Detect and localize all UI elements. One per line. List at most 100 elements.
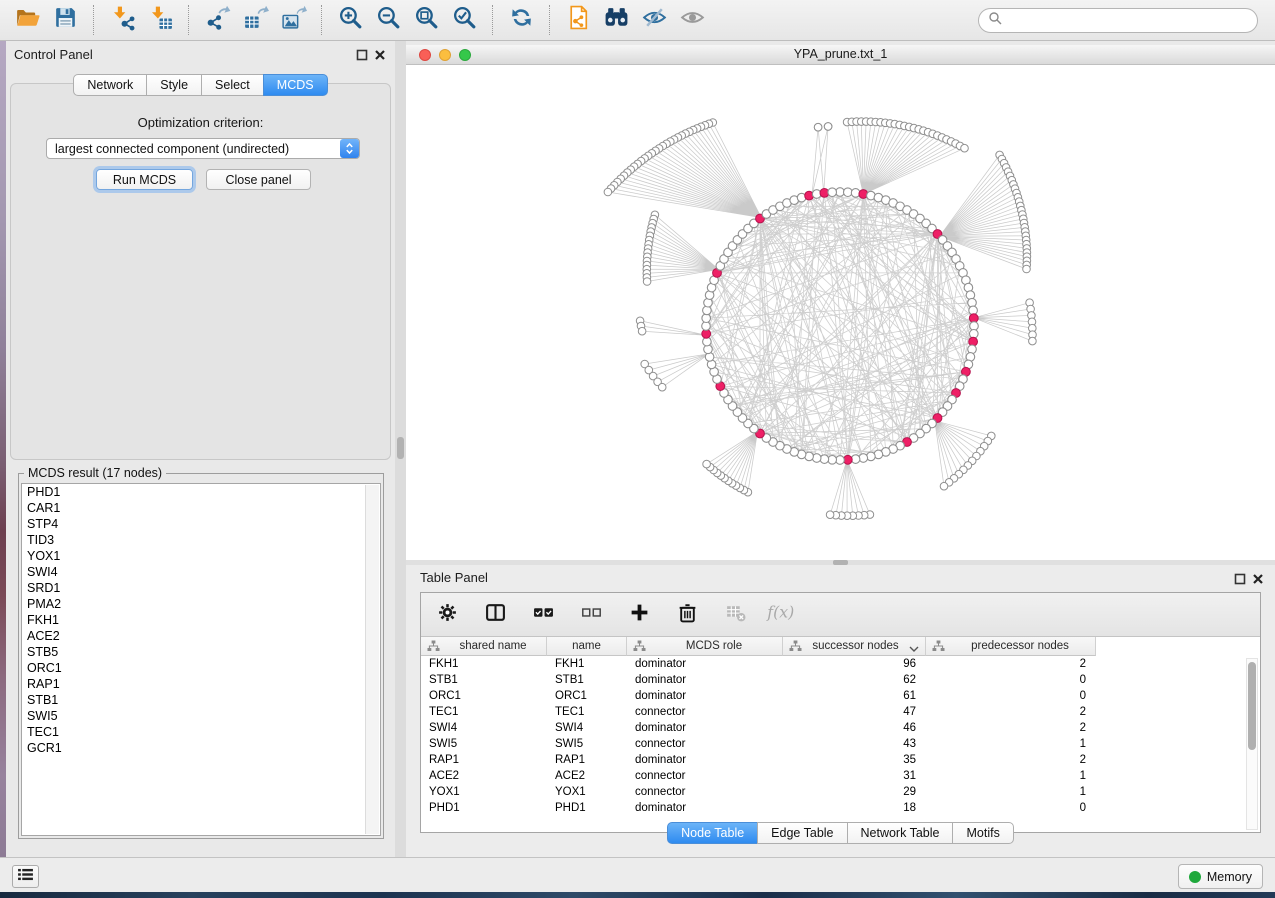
export-table-button[interactable] <box>236 4 274 36</box>
mcds-result-item[interactable]: ACE2 <box>22 628 380 644</box>
table-row[interactable]: PHD1PHD1dominator180 <box>421 800 1260 816</box>
table-row[interactable]: YOX1YOX1connector291 <box>421 784 1260 800</box>
apply-preferred-layout-button[interactable] <box>502 4 540 36</box>
float-table-panel-icon[interactable] <box>1234 573 1247 586</box>
table-row[interactable]: STB1STB1dominator620 <box>421 672 1260 688</box>
vertical-split-thumb[interactable] <box>397 437 404 459</box>
tab-style[interactable]: Style <box>146 74 202 96</box>
unselect-all-button[interactable] <box>579 603 603 627</box>
open-file-icon <box>14 4 41 36</box>
tab-network[interactable]: Network <box>73 74 147 96</box>
search-network-button[interactable] <box>597 4 635 36</box>
column-header-predecessor-nodes[interactable]: predecessor nodes <box>926 637 1096 656</box>
export-image-button[interactable] <box>274 4 312 36</box>
leaf-node[interactable] <box>940 482 948 490</box>
leaf-node[interactable] <box>1023 265 1031 273</box>
mcds-result-item[interactable]: PMA2 <box>22 596 380 612</box>
leaf-node[interactable] <box>643 278 651 286</box>
mcds-result-item[interactable]: CAR1 <box>22 500 380 516</box>
close-panel-icon[interactable] <box>374 49 387 62</box>
table-scrollbar-thumb[interactable] <box>1248 662 1256 750</box>
share-document-button[interactable] <box>559 4 597 36</box>
add-row-button[interactable] <box>627 603 651 627</box>
table-tab-node-table[interactable]: Node Table <box>667 822 758 844</box>
mcds-result-item[interactable]: STB5 <box>22 644 380 660</box>
leaf-node[interactable] <box>1029 337 1037 345</box>
column-header-name[interactable]: name <box>547 637 627 656</box>
save-session-button[interactable] <box>46 4 84 36</box>
leaf-node[interactable] <box>604 188 612 196</box>
mcds-result-item[interactable]: TEC1 <box>22 724 380 740</box>
table-row[interactable]: RAP1RAP1dominator352 <box>421 752 1260 768</box>
column-header-mcds-role[interactable]: MCDS role <box>627 637 783 656</box>
mcds-result-item[interactable]: RAP1 <box>22 676 380 692</box>
mcds-result-item[interactable]: GCR1 <box>22 740 380 756</box>
leaf-node[interactable] <box>961 144 969 152</box>
hide-selected-button[interactable] <box>635 4 673 36</box>
window-zoom-light[interactable] <box>459 49 471 61</box>
open-file-button[interactable] <box>8 4 46 36</box>
table-scrollbar[interactable] <box>1246 658 1258 830</box>
table-row[interactable]: SWI5SWI5connector431 <box>421 736 1260 752</box>
network-canvas[interactable] <box>406 65 1275 560</box>
close-table-panel-icon[interactable] <box>1252 573 1265 586</box>
column-header-successor-nodes[interactable]: successor nodes <box>783 637 926 656</box>
table-tab-edge-table[interactable]: Edge Table <box>757 822 847 844</box>
table-tab-network-table[interactable]: Network Table <box>847 822 954 844</box>
table-cell: FKH1 <box>547 656 627 672</box>
run-mcds-button[interactable]: Run MCDS <box>96 169 193 190</box>
leaf-node[interactable] <box>814 123 822 131</box>
table-settings-button[interactable] <box>435 603 459 627</box>
toolbar-separator <box>188 5 189 35</box>
task-history-button[interactable] <box>12 865 39 888</box>
mcds-result-item[interactable]: SRD1 <box>22 580 380 596</box>
import-table-from-file-button[interactable] <box>141 4 179 36</box>
result-list-scrollbar[interactable] <box>365 485 379 834</box>
select-all-button[interactable] <box>531 603 555 627</box>
delete-rows-button[interactable] <box>675 603 699 627</box>
table-row[interactable]: ACE2ACE2connector311 <box>421 768 1260 784</box>
zoom-selected-region-button[interactable] <box>445 4 483 36</box>
zoom-in-button[interactable] <box>331 4 369 36</box>
mcds-result-item[interactable]: YOX1 <box>22 548 380 564</box>
tab-mcds[interactable]: MCDS <box>263 74 328 96</box>
show-columns-button[interactable] <box>483 603 507 627</box>
table-row[interactable]: TEC1TEC1connector472 <box>421 704 1260 720</box>
leaf-node[interactable] <box>658 383 666 391</box>
leaf-node[interactable] <box>703 460 711 468</box>
zoom-out-button[interactable] <box>369 4 407 36</box>
leaf-node[interactable] <box>638 327 646 335</box>
column-header-shared-name[interactable]: shared name <box>421 637 547 656</box>
table-row[interactable]: ORC1ORC1dominator610 <box>421 688 1260 704</box>
search-box[interactable] <box>978 8 1258 33</box>
optimization-criterion-select[interactable]: largest connected component (undirected) <box>46 138 360 159</box>
leaf-node[interactable] <box>826 511 834 519</box>
hide-selected-icon <box>641 4 668 36</box>
float-panel-icon[interactable] <box>356 49 369 62</box>
search-input[interactable] <box>1002 14 1257 28</box>
export-network-button[interactable] <box>198 4 236 36</box>
table-row[interactable]: SWI4SWI4dominator462 <box>421 720 1260 736</box>
leaf-node[interactable] <box>824 123 832 131</box>
mcds-result-item[interactable]: PHD1 <box>22 484 380 500</box>
mcds-result-item[interactable]: FKH1 <box>22 612 380 628</box>
mcds-result-item[interactable]: STP4 <box>22 516 380 532</box>
table-cell: dominator <box>627 720 783 736</box>
import-network-from-file-button[interactable] <box>103 4 141 36</box>
close-panel-button[interactable]: Close panel <box>206 169 311 190</box>
memory-button[interactable]: Memory <box>1178 864 1263 889</box>
vertical-split-divider[interactable] <box>395 41 406 857</box>
window-close-light[interactable] <box>419 49 431 61</box>
table-cell: 47 <box>783 704 926 720</box>
ring-node[interactable] <box>828 188 837 197</box>
table-tab-motifs[interactable]: Motifs <box>952 822 1013 844</box>
table-row[interactable]: FKH1FKH1dominator962 <box>421 656 1260 672</box>
mcds-result-item[interactable]: TID3 <box>22 532 380 548</box>
zoom-fit-content-button[interactable] <box>407 4 445 36</box>
mcds-result-item[interactable]: ORC1 <box>22 660 380 676</box>
window-minimize-light[interactable] <box>439 49 451 61</box>
mcds-result-item[interactable]: SWI4 <box>22 564 380 580</box>
mcds-result-item[interactable]: STB1 <box>22 692 380 708</box>
tab-select[interactable]: Select <box>201 74 264 96</box>
mcds-result-item[interactable]: SWI5 <box>22 708 380 724</box>
